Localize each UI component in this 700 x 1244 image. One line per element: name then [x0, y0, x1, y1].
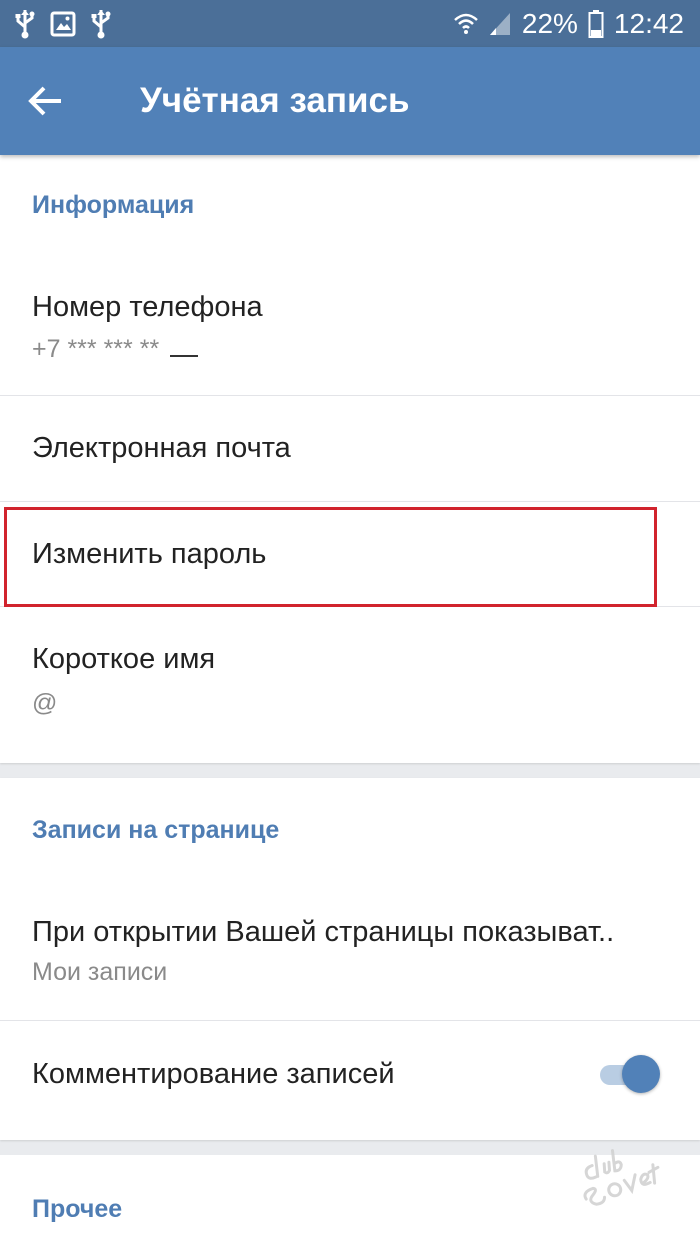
page-title: Учётная запись	[140, 81, 410, 120]
image-icon	[50, 11, 76, 37]
arrow-left-icon	[28, 86, 61, 116]
phone-number-label: Номер телефона	[32, 291, 263, 323]
phone-number-masked: +7 *** *** **	[32, 335, 160, 363]
watermark-logo	[566, 1138, 670, 1210]
phone-number-value: +7 *** *** **	[32, 335, 199, 364]
phone-number-item[interactable]: Номер телефона +7 *** *** **	[0, 255, 700, 395]
account-settings-screen: 22% 12:42 Учётная запись Информация Номе…	[0, 0, 700, 1244]
show-on-open-item[interactable]: При открытии Вашей страницы показыват.. …	[0, 878, 700, 1020]
commenting-toggle[interactable]	[598, 1054, 664, 1094]
app-toolbar: Учётная запись	[0, 47, 700, 155]
back-button[interactable]	[26, 81, 66, 121]
commenting-item[interactable]: Комментирование записей	[0, 1021, 700, 1140]
system-icons: 22% 12:42	[454, 5, 684, 43]
change-password-label: Изменить пароль	[32, 538, 267, 570]
info-section: Информация Номер телефона +7 *** *** ** …	[0, 155, 700, 763]
posts-section: Записи на странице При открытии Вашей ст…	[0, 778, 700, 1140]
notification-icons	[14, 9, 112, 39]
status-bar: 22% 12:42	[0, 0, 700, 47]
usb-icon	[14, 9, 36, 39]
email-item[interactable]: Электронная почта	[0, 396, 700, 501]
show-on-open-value: Мои записи	[32, 958, 168, 986]
toggle-thumb	[622, 1055, 660, 1093]
usb-icon	[90, 9, 112, 39]
signal-icon	[488, 11, 512, 37]
short-name-value: @	[32, 689, 58, 717]
clock: 12:42	[613, 8, 684, 39]
section-header-posts: Записи на странице	[32, 816, 280, 844]
phone-number-last-digits-blank	[170, 355, 199, 358]
battery-percent: 22%	[521, 8, 578, 39]
short-name-label: Короткое имя	[32, 643, 216, 675]
section-header-info: Информация	[32, 191, 195, 219]
commenting-label: Комментирование записей	[32, 1058, 395, 1090]
short-name-item[interactable]: Короткое имя @	[0, 607, 700, 763]
battery-icon	[588, 10, 604, 38]
section-header-other: Прочее	[32, 1195, 123, 1223]
wifi-icon	[454, 11, 478, 37]
email-label: Электронная почта	[32, 432, 291, 464]
change-password-item[interactable]: Изменить пароль	[0, 502, 700, 606]
show-on-open-label: При открытии Вашей страницы показыват..	[32, 916, 615, 948]
